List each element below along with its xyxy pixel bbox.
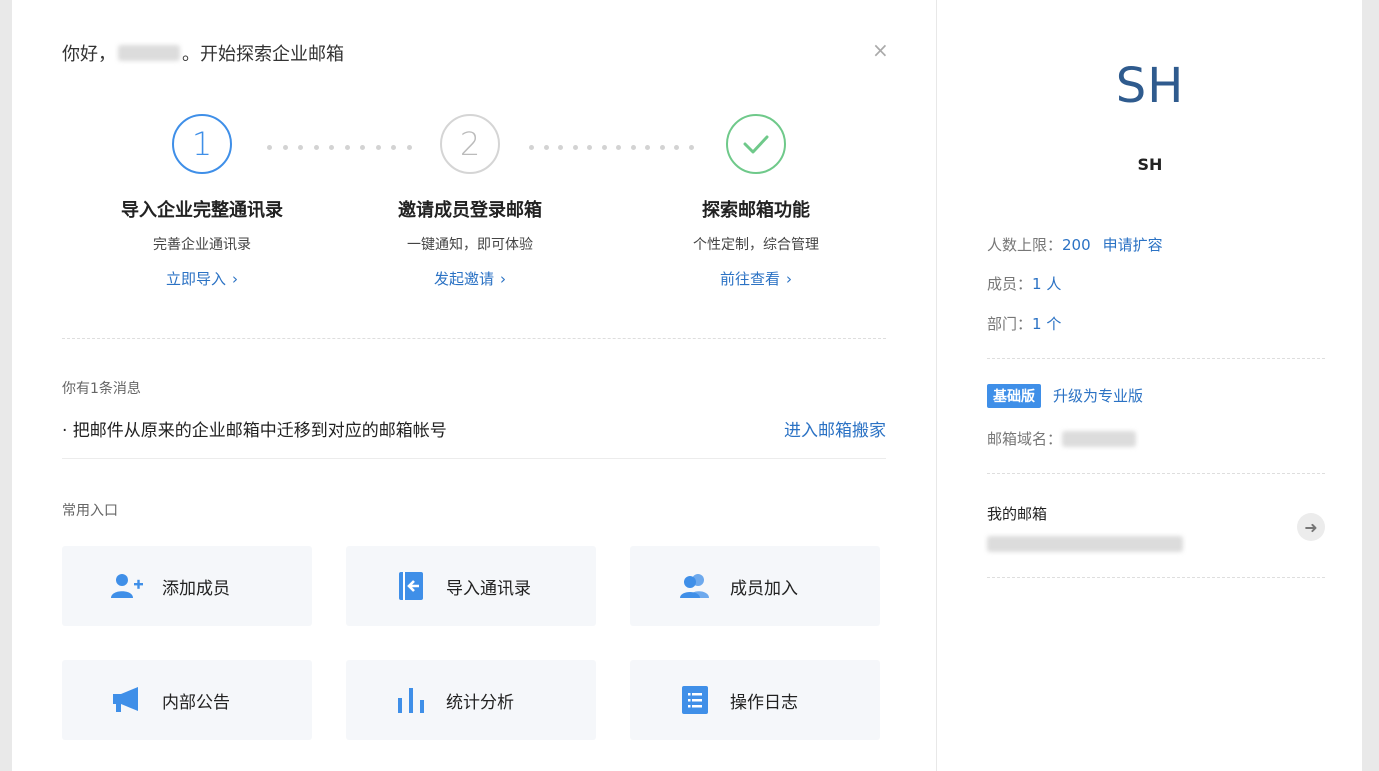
member-count: 成员：1 人 <box>987 273 1061 294</box>
domain-label: 邮箱域名： <box>987 430 1063 448</box>
page: 你好， 。开始探索企业邮箱 × 1 导入企业完整通讯录 完善企业通讯录 立即导入… <box>12 0 1362 771</box>
side-panel: SH SH 人数上限：200 申请扩容 成员：1 人 部门：1 个 基础版 升级为专… <box>936 0 1362 771</box>
member-limit: 人数上限：200 申请扩容 <box>987 234 1163 255</box>
divider <box>987 473 1325 474</box>
step-invite: 2 邀请成员登录邮箱 一键通知，即可体验 发起邀请 › <box>350 114 590 289</box>
upgrade-link[interactable]: 升级为专业版 <box>1053 387 1143 405</box>
depts-value[interactable]: 1 个 <box>1032 315 1061 333</box>
divider <box>987 358 1325 359</box>
chevron-right-icon: › <box>786 270 792 288</box>
card-label: 添加成员 <box>162 578 230 599</box>
step-title: 导入企业完整通讯录 <box>121 200 283 221</box>
domain-row: 邮箱域名： <box>987 428 1137 449</box>
org-avatar: SH <box>1115 58 1185 114</box>
members-value[interactable]: 1 人 <box>1032 275 1061 293</box>
operation-log-card[interactable]: 操作日志 <box>630 660 880 740</box>
greeting: 你好， 。开始探索企业邮箱 <box>62 40 344 66</box>
divider <box>987 577 1325 578</box>
add-user-icon <box>110 569 144 603</box>
department-count: 部门：1 个 <box>987 313 1061 334</box>
shortcuts-title: 常用入口 <box>62 503 118 519</box>
onboarding-steps: 1 导入企业完整通讯录 完善企业通讯录 立即导入 › 2 邀请成员登录邮箱 一键通… <box>62 114 888 294</box>
divider <box>62 458 886 459</box>
arrow-right-icon[interactable]: ➜ <box>1297 513 1325 541</box>
card-label: 统计分析 <box>446 692 514 713</box>
greeting-prefix: 你好， <box>62 44 116 65</box>
megaphone-icon <box>110 683 144 717</box>
import-now-link[interactable]: 立即导入 › <box>82 268 322 289</box>
my-mailbox-label: 我的邮箱 <box>987 505 1048 523</box>
message-item: · 把邮件从原来的企业邮箱中迁移到对应的邮箱帐号 进入邮箱搬家 <box>62 416 886 441</box>
org-name: SH <box>1137 155 1163 174</box>
main-panel: 你好， 。开始探索企业邮箱 × 1 导入企业完整通讯录 完善企业通讯录 立即导入… <box>12 0 936 771</box>
import-contacts-card[interactable]: 导入通讯录 <box>346 546 596 626</box>
members-join-card[interactable]: 成员加入 <box>630 546 880 626</box>
step-number-2: 2 <box>440 114 500 174</box>
members-join-icon <box>678 569 712 603</box>
message-count: 你有1条消息 <box>62 381 141 397</box>
redacted-username <box>118 45 180 61</box>
limit-value: 200 <box>1062 236 1091 254</box>
step-title: 探索邮箱功能 <box>702 200 810 221</box>
close-icon[interactable]: × <box>872 38 889 62</box>
limit-label: 人数上限： <box>987 236 1063 254</box>
depts-label: 部门： <box>987 315 1033 333</box>
members-label: 成员： <box>987 275 1033 293</box>
statistics-card[interactable]: 统计分析 <box>346 660 596 740</box>
announcement-card[interactable]: 内部公告 <box>62 660 312 740</box>
step-import: 1 导入企业完整通讯录 完善企业通讯录 立即导入 › <box>82 114 322 289</box>
edition-badge: 基础版 <box>987 384 1041 408</box>
expand-capacity-link[interactable]: 申请扩容 <box>1103 236 1163 254</box>
step-desc: 一键通知，即可体验 <box>407 237 533 253</box>
step-number-1: 1 <box>172 114 232 174</box>
chevron-right-icon: › <box>232 270 238 288</box>
add-member-card[interactable]: 添加成员 <box>62 546 312 626</box>
card-label: 成员加入 <box>730 578 798 599</box>
card-label: 导入通讯录 <box>446 578 531 599</box>
view-now-link[interactable]: 前往查看 › <box>636 268 876 289</box>
step-explore: 探索邮箱功能 个性定制，综合管理 前往查看 › <box>636 114 876 289</box>
divider <box>62 338 886 339</box>
chevron-right-icon: › <box>500 270 506 288</box>
send-invite-link[interactable]: 发起邀请 › <box>350 268 590 289</box>
edition-row: 基础版 升级为专业版 <box>987 384 1143 408</box>
bar-chart-icon <box>394 683 428 717</box>
checkmark-icon <box>726 114 786 174</box>
message-text: · 把邮件从原来的企业邮箱中迁移到对应的邮箱帐号 <box>62 421 447 441</box>
card-label: 内部公告 <box>162 692 230 713</box>
redacted-email <box>987 536 1183 552</box>
redacted-domain <box>1062 430 1137 447</box>
greeting-suffix: 。开始探索企业邮箱 <box>182 44 344 65</box>
step-title: 邀请成员登录邮箱 <box>398 200 542 221</box>
step-desc: 个性定制，综合管理 <box>693 237 819 253</box>
step-desc: 完善企业通讯录 <box>153 237 251 253</box>
mailbox-migration-link[interactable]: 进入邮箱搬家 <box>784 416 886 441</box>
card-label: 操作日志 <box>730 692 798 713</box>
import-contacts-icon <box>394 569 428 603</box>
log-list-icon <box>678 683 712 717</box>
